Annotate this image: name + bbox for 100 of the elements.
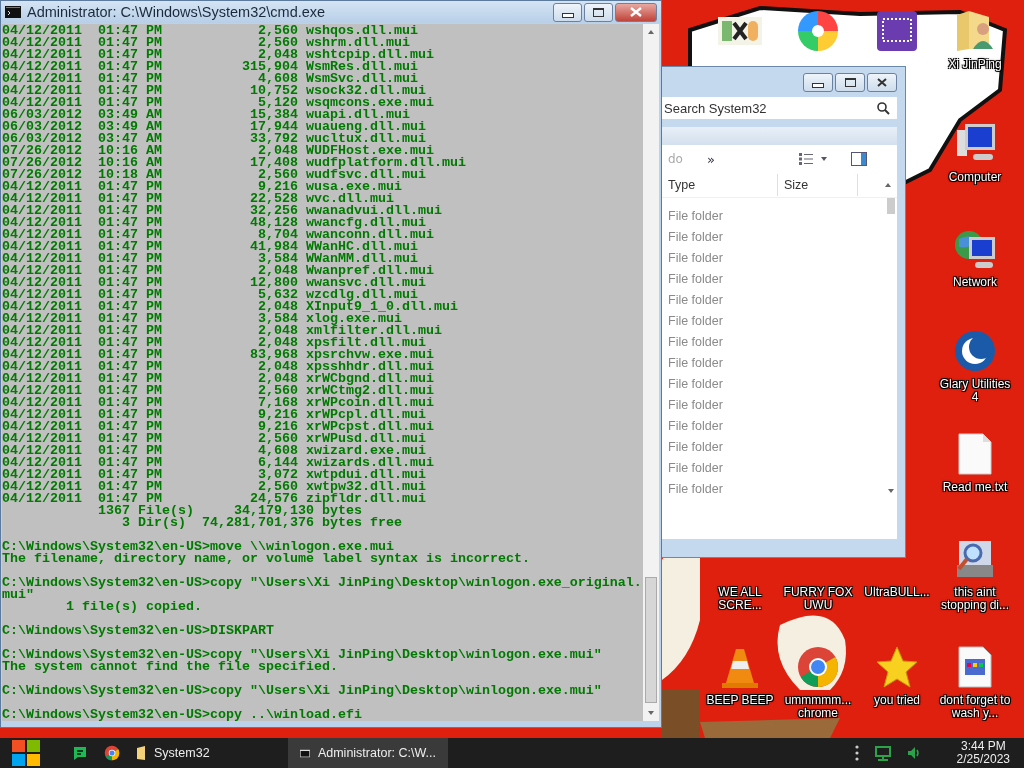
file-type-cell-text: File folder (667, 313, 724, 330)
column-header[interactable]: Size (778, 174, 858, 196)
console-line: 1 file(s) copied. (65, 601, 203, 613)
pinwheel-icon[interactable] (796, 9, 840, 53)
desktop-icon-label[interactable]: Glary Utilities 4 (935, 378, 1015, 404)
folder-icon (136, 746, 146, 760)
file-type-cell-text: File folder (667, 355, 724, 372)
desktop-icon-label[interactable]: dont forget to wash y... (935, 694, 1015, 720)
console-line: 04/12/2011 01:47 PM 48,128 wwancfg.dll.mui (2, 217, 426, 229)
minimize-button[interactable] (803, 72, 833, 92)
scroll-down-arrow-icon[interactable] (888, 489, 894, 493)
console-line: 04/12/2011 01:47 PM 8,704 wwanconn.dll.mui (2, 229, 435, 241)
scroll-down-arrow-icon[interactable] (648, 711, 654, 715)
console-line: 04/12/2011 01:47 PM 22,528 wvc.dll.mui (2, 193, 394, 205)
more-chevron[interactable]: » (706, 151, 715, 167)
window-title: Administrator: C:\Windows\System32\cmd.exe (27, 4, 326, 20)
console-icon (5, 6, 21, 18)
console-line: 04/12/2011 01:47 PM 2,560 xwtpw32.dll.mui (2, 481, 427, 493)
search-icon[interactable] (877, 102, 890, 115)
console-line: 07/26/2012 10:16 AM 17,408 wudfplatform.dll.mui (2, 157, 467, 169)
toolbar-item[interactable]: do (668, 152, 683, 166)
console-line: 04/12/2011 01:47 PM 2,560 xrWCtmg2.dll.mui (2, 385, 435, 397)
preview-pane-icon[interactable] (851, 152, 867, 166)
console-line: 04/12/2011 01:47 PM 2,048 Wwanpref.dll.mui (2, 265, 435, 277)
console-line: 04/12/2011 01:47 PM 10,752 wsock32.dll.mui (2, 85, 426, 97)
console-line: The filename, directory name, or volume label syntax is incorrect. (2, 553, 531, 565)
console-line: 06/03/2012 03:47 AM 33,792 wucltux.dll.mui (2, 133, 426, 145)
console-line: 04/12/2011 01:47 PM 41,984 WWanHC.dll.mui (2, 241, 419, 253)
chip-icon[interactable] (875, 9, 919, 53)
console-line: mui" (2, 589, 34, 601)
console-line: 04/12/2011 01:47 PM 2,560 wshqos.dll.mui (2, 25, 419, 37)
console-line: 04/12/2011 01:47 PM 2,560 xrWPusd.dll.mui (2, 433, 426, 445)
speaker-icon[interactable] (906, 746, 921, 760)
file-type-cell-text: File folder (667, 460, 724, 477)
console-line: C:\Windows\System32\en-US>DISKPART (2, 625, 275, 637)
desktop-icon-label[interactable]: WE ALL SCRE... (700, 586, 780, 612)
close-icon[interactable] (877, 77, 887, 87)
console-line: 1367 File(s) 34,179,130 bytes (96, 505, 362, 517)
console-line: 04/12/2011 01:47 PM 24,576 zipfldr.dll.mui (2, 493, 427, 505)
windows-logo-icon[interactable] (10, 738, 42, 768)
desktop-icon-label[interactable]: Network (953, 276, 997, 289)
desktop-icon-label[interactable]: you tried (874, 694, 920, 707)
clock-time[interactable]: 3:44 PM (960, 740, 1006, 753)
console-line: 04/12/2011 01:47 PM 2,048 wshtcpip.dll.mui (2, 49, 435, 61)
console-line: 07/26/2012 10:16 AM 2,048 WUDFHost.exe.mui (2, 145, 434, 157)
console-line: 04/12/2011 01:47 PM 4,608 WsmSvc.dll.mui (2, 73, 418, 85)
console-line: C:\Windows\System32\en-US>copy ..\winload.efi (2, 709, 363, 721)
search-field[interactable]: Search System32 (662, 97, 897, 119)
desktop-icon-label[interactable]: FURRY FOX UWU (778, 586, 858, 612)
chat-app-icon[interactable] (72, 745, 88, 761)
file-type-cell-text: File folder (667, 229, 724, 246)
close-button[interactable] (615, 2, 657, 22)
close-button[interactable] (867, 72, 897, 92)
console-line: 04/12/2011 01:47 PM 3,584 WWanMM.dll.mui (2, 253, 418, 265)
taskbar-window-button[interactable]: Administrator: C:\W... (288, 738, 448, 768)
console-line: The system cannot find the file specified. (2, 661, 338, 673)
console-line: 04/12/2011 01:47 PM 9,216 xrWPcpst.dll.mui (2, 421, 435, 433)
taskbar-window-button[interactable]: System32 (124, 738, 284, 768)
more-dots-icon[interactable] (854, 745, 859, 761)
maximize-button[interactable] (835, 72, 865, 92)
desktop-icon-label[interactable]: BEEP BEEP (706, 694, 774, 707)
user-folder-icon[interactable] (955, 9, 995, 53)
minimize-button[interactable] (553, 2, 582, 22)
file-type-cell-text: File folder (667, 439, 724, 456)
scrollbar-thumb[interactable] (887, 198, 895, 214)
star-icon[interactable] (875, 645, 919, 689)
scroll-up-arrow-icon[interactable] (885, 183, 891, 187)
file-type-cell-text: File folder (667, 397, 724, 414)
file-type-cell-text: File folder (667, 250, 724, 267)
file-type-cell-text: File folder (667, 292, 724, 309)
console-line: 06/03/2012 03:49 AM 17,944 wuaueng.dll.mui (2, 121, 427, 133)
desktop-icon-label[interactable]: ummmmm... chrome (778, 694, 858, 720)
restore-button[interactable] (584, 2, 613, 22)
crescent-icon[interactable] (953, 329, 997, 373)
network-icon[interactable] (874, 745, 891, 761)
console-line: 04/12/2011 01:47 PM 4,608 xwizard.exe.mui (2, 445, 426, 457)
console-line: 04/12/2011 01:47 PM 32,256 wwanadvui.dll.mui (2, 205, 443, 217)
console-line: 04/12/2011 01:47 PM 3,072 xwtpdui.dll.mui (2, 469, 427, 481)
desktop-icon-label[interactable]: Read me.txt (942, 481, 1008, 494)
document-icon[interactable] (957, 645, 993, 689)
file-type-cell-text: File folder (667, 271, 724, 288)
console-line: C:\Windows\System32\en-US>copy "\Users\Xi JinPing\Desktop\winlogon.exe_original. (2, 577, 643, 589)
file-type-cell-text: File folder (667, 376, 724, 393)
clock-date[interactable]: 2/25/2023 (956, 753, 1010, 766)
file-type-cell-text: File folder (667, 334, 724, 351)
console-line: 04/12/2011 01:47 PM 2,048 xrWCbgnd.dll.mui (2, 373, 435, 385)
desktop-icon-label[interactable]: this aint stopping di... (935, 586, 1015, 612)
console-line: 04/12/2011 01:47 PM 2,560 wshrm.dll.mui (2, 37, 410, 49)
console-line: C:\Windows\System32\en-US>copy "\Users\Xi JinPing\Desktop\winlogon.exe.mui" (2, 685, 603, 697)
console-line: 04/12/2011 01:47 PM 7,168 xrWPcoin.dll.mui (2, 397, 435, 409)
console-line: 04/12/2011 01:47 PM 6,144 xwizards.dll.mui (2, 457, 435, 469)
view-options-icon[interactable] (799, 153, 827, 165)
text-file-icon[interactable] (957, 432, 993, 476)
desktop-icon-label[interactable]: UltraBULL... (864, 586, 930, 599)
scrollbar-thumb[interactable] (645, 577, 657, 703)
desktop-icon-label[interactable]: Computer (948, 171, 1002, 184)
chrome-icon[interactable] (104, 745, 120, 761)
console-icon (300, 747, 310, 759)
scroll-up-arrow-icon[interactable] (648, 30, 654, 34)
console-line: 04/12/2011 01:47 PM 9,216 wusa.exe.mui (2, 181, 403, 193)
